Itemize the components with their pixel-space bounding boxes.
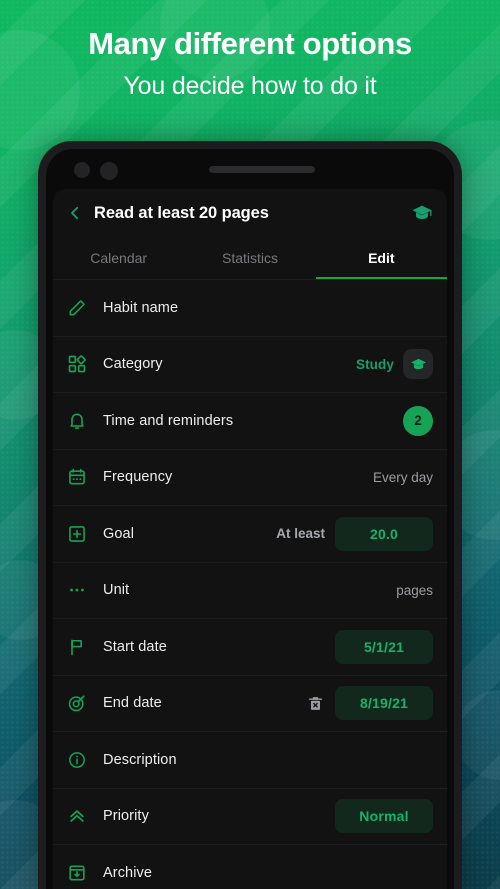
phone-bezel (46, 149, 454, 189)
habit-detail-screen: Read at least 20 pages Calendar Statisti… (53, 189, 447, 889)
row-label: Start date (103, 638, 167, 655)
row-time-and-reminders[interactable]: Time and reminders 2 (53, 393, 447, 450)
row-archive[interactable]: Archive (53, 845, 447, 889)
flag-icon (66, 636, 88, 658)
tab-calendar[interactable]: Calendar (53, 237, 184, 279)
calendar-icon (66, 466, 88, 488)
chevron-double-up-icon (66, 805, 88, 827)
start-date-chip[interactable]: 5/1/21 (335, 629, 433, 664)
row-label: Archive (103, 864, 153, 881)
trash-x-icon[interactable] (306, 694, 325, 713)
row-unit[interactable]: Unit pages (53, 563, 447, 619)
row-goal[interactable]: Goal At least 20.0 (53, 506, 447, 563)
archive-box-icon (66, 862, 88, 884)
tab-edit[interactable]: Edit (315, 237, 447, 279)
phone-mockup: Read at least 20 pages Calendar Statisti… (38, 141, 462, 889)
row-label: Habit name (103, 299, 179, 316)
unit-value: pages (396, 582, 433, 598)
row-label: Unit (103, 582, 130, 599)
row-frequency[interactable]: Frequency Every day (53, 450, 447, 506)
row-description[interactable]: Description (53, 732, 447, 789)
category-grid-icon (66, 353, 88, 375)
info-circle-icon (66, 749, 88, 771)
dots-icon (66, 579, 88, 601)
camera-lens-icon (100, 162, 118, 180)
row-label: End date (103, 695, 162, 712)
tab-bar: Calendar Statistics Edit (53, 237, 447, 279)
row-label: Priority (103, 808, 149, 825)
row-label: Frequency (103, 469, 173, 486)
app-titlebar: Read at least 20 pages (53, 189, 447, 237)
frequency-value: Every day (372, 469, 433, 485)
goal-value-chip[interactable]: 20.0 (335, 516, 433, 551)
chevron-left-icon[interactable] (66, 204, 84, 222)
tab-statistics[interactable]: Statistics (184, 237, 315, 279)
phone-screen: Read at least 20 pages Calendar Statisti… (46, 149, 454, 889)
goal-prefix-label: At least (276, 526, 325, 542)
page-title: Read at least 20 pages (94, 203, 269, 222)
priority-chip[interactable]: Normal (335, 799, 433, 834)
camera-lens-icon (74, 162, 90, 178)
row-category[interactable]: Category Study (53, 337, 447, 393)
pencil-icon (66, 297, 88, 319)
edit-field-list: Habit name Category Study Time and remin… (53, 280, 447, 889)
end-date-chip[interactable]: 8/19/21 (335, 686, 433, 721)
promo-headline: Many different options (88, 26, 412, 61)
row-label: Category (103, 356, 163, 373)
earpiece-speaker (209, 166, 315, 173)
category-value: Study (355, 356, 394, 372)
graduation-cap-icon[interactable] (411, 202, 433, 224)
row-priority[interactable]: Priority Normal (53, 789, 447, 845)
row-label: Description (103, 751, 177, 768)
row-label: Time and reminders (103, 412, 234, 429)
row-label: Goal (103, 525, 135, 542)
reminder-count-badge: 2 (403, 405, 433, 436)
row-habit-name[interactable]: Habit name (53, 280, 447, 337)
promo-headline-group: Many different options You decide how to… (0, 26, 500, 101)
graduation-cap-icon[interactable] (403, 349, 433, 380)
promo-subheadline: You decide how to do it (123, 72, 377, 100)
row-end-date[interactable]: End date 8/19/21 (53, 676, 447, 732)
target-check-icon (66, 692, 88, 714)
bell-icon (66, 410, 88, 432)
plus-box-icon (66, 523, 88, 545)
row-start-date[interactable]: Start date 5/1/21 (53, 619, 447, 676)
